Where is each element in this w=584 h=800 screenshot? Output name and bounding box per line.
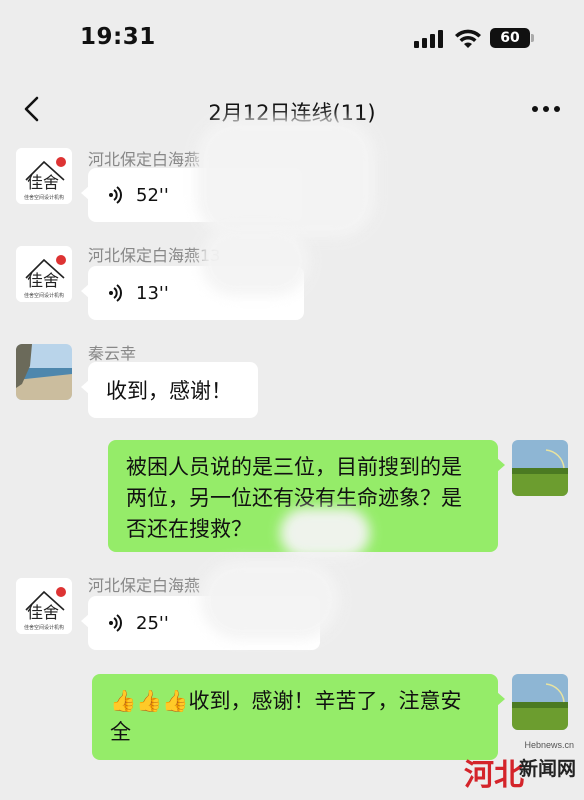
svg-text:佳舍: 佳舍 <box>27 271 59 290</box>
voice-icon <box>109 284 122 302</box>
jiashe-logo-icon: 佳舍 佳舍空间设计机构 <box>16 148 72 204</box>
privacy-blur <box>280 508 370 558</box>
svg-text:佳舍空间设计机构: 佳舍空间设计机构 <box>24 292 64 299</box>
avatar[interactable]: 佳舍 佳舍空间设计机构 <box>16 246 72 302</box>
status-time: 19:31 <box>80 24 156 50</box>
svg-text:佳舍: 佳舍 <box>27 603 59 622</box>
voice-icon <box>109 614 122 632</box>
watermark-name: 新闻网 <box>518 758 576 780</box>
sender-name: 秦云幸 <box>88 344 137 363</box>
landscape-photo-avatar <box>512 674 568 730</box>
hebnews-watermark: 河北 Hebnews.cn 新闻网 <box>462 740 582 796</box>
landscape-photo-avatar <box>512 440 568 496</box>
avatar[interactable] <box>16 344 72 400</box>
cellular-signal-icon <box>414 30 446 48</box>
avatar[interactable]: 佳舍 佳舍空间设计机构 <box>16 148 72 204</box>
privacy-blur <box>200 226 310 296</box>
sender-name: 河北保定白海燕 <box>88 576 201 595</box>
wifi-icon <box>455 29 481 48</box>
privacy-blur <box>200 560 340 640</box>
beach-photo-avatar <box>16 344 72 400</box>
privacy-blur <box>196 118 376 238</box>
text-message-bubble[interactable]: 收到，感谢！ <box>81 362 258 418</box>
avatar-self[interactable] <box>512 674 568 730</box>
battery-icon: 60 <box>490 28 534 48</box>
svg-text:佳舍空间设计机构: 佳舍空间设计机构 <box>24 194 64 201</box>
message-text: 收到，感谢！ <box>106 379 232 403</box>
voice-duration: 25'' <box>136 612 169 634</box>
voice-duration: 52'' <box>136 184 169 206</box>
jiashe-logo-icon: 佳舍 佳舍空间设计机构 <box>16 246 72 302</box>
voice-duration: 13'' <box>136 282 169 304</box>
avatar[interactable]: 佳舍 佳舍空间设计机构 <box>16 578 72 634</box>
thumbs-up-emoji-icon: 👍👍👍 <box>110 689 189 713</box>
svg-text:佳舍: 佳舍 <box>27 173 59 192</box>
more-options-icon[interactable] <box>532 106 560 114</box>
sender-name: 河北保定白海燕 <box>88 150 201 169</box>
status-bar: 19:31 60 <box>0 0 584 80</box>
watermark-domain: Hebnews.cn <box>524 740 574 750</box>
voice-icon <box>109 186 122 204</box>
jiashe-logo-icon: 佳舍 佳舍空间设计机构 <box>16 578 72 634</box>
watermark-logo: 河北 <box>464 758 524 793</box>
svg-text:佳舍空间设计机构: 佳舍空间设计机构 <box>24 624 64 631</box>
text-message-bubble[interactable]: 👍👍👍收到，感谢！辛苦了，注意安全 <box>92 674 505 760</box>
avatar-self[interactable] <box>512 440 568 496</box>
